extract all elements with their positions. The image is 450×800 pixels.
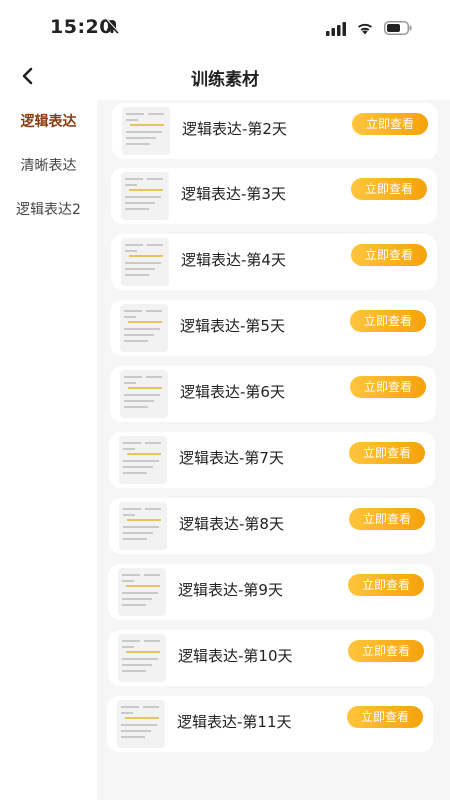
material-card[interactable]: 逻辑表达-第3天 立即查看 — [111, 168, 437, 224]
view-now-button[interactable]: 立即查看 — [347, 706, 423, 728]
material-card[interactable]: 逻辑表达-第2天 立即查看 — [112, 103, 438, 159]
material-thumbnail — [118, 568, 166, 616]
material-card[interactable]: 逻辑表达-第7天 立即查看 — [109, 432, 435, 488]
page-title: 训练素材 — [191, 70, 259, 90]
view-now-button[interactable]: 立即查看 — [352, 113, 428, 135]
signal-icon — [326, 22, 346, 36]
material-thumbnail — [122, 107, 170, 155]
material-card[interactable]: 逻辑表达-第5天 立即查看 — [110, 300, 436, 356]
material-thumbnail — [121, 238, 169, 286]
material-title: 逻辑表达-第2天 — [182, 120, 287, 138]
view-now-button[interactable]: 立即查看 — [349, 508, 425, 530]
material-thumbnail — [118, 634, 166, 682]
view-now-button[interactable]: 立即查看 — [350, 310, 426, 332]
view-now-button[interactable]: 立即查看 — [350, 376, 426, 398]
material-card[interactable]: 逻辑表达-第11天 立即查看 — [107, 696, 433, 752]
view-now-button[interactable]: 立即查看 — [349, 442, 425, 464]
material-title: 逻辑表达-第9天 — [178, 581, 283, 599]
bell-muted-icon — [105, 18, 120, 34]
view-now-button[interactable]: 立即查看 — [351, 178, 427, 200]
material-thumbnail — [119, 502, 167, 550]
material-title: 逻辑表达-第10天 — [178, 647, 293, 665]
material-title: 逻辑表达-第8天 — [179, 515, 284, 533]
material-card[interactable]: 逻辑表达-第9天 立即查看 — [108, 564, 434, 620]
material-title: 逻辑表达-第5天 — [180, 317, 285, 335]
material-title: 逻辑表达-第11天 — [177, 713, 292, 731]
sidebar-item-clarity[interactable]: 清晰表达 — [0, 144, 97, 188]
material-thumbnail — [119, 436, 167, 484]
material-card[interactable]: 逻辑表达-第6天 立即查看 — [110, 366, 436, 422]
material-title: 逻辑表达-第4天 — [181, 251, 286, 269]
material-thumbnail — [120, 304, 168, 352]
battery-icon — [384, 21, 412, 35]
material-list: 逻辑表达-第2天 立即查看 逻辑表达-第3天 立即查看 逻辑表达-第4天 立即查… — [97, 100, 450, 800]
material-card[interactable]: 逻辑表达-第10天 立即查看 — [108, 630, 434, 686]
material-card[interactable]: 逻辑表达-第8天 立即查看 — [109, 498, 435, 554]
view-now-button[interactable]: 立即查看 — [348, 640, 424, 662]
material-card[interactable]: 逻辑表达-第4天 立即查看 — [111, 234, 437, 290]
material-thumbnail — [121, 172, 169, 220]
status-bar: 15:20 — [0, 0, 450, 56]
material-title: 逻辑表达-第6天 — [180, 383, 285, 401]
category-sidebar: 逻辑表达 清晰表达 逻辑表达2 — [0, 100, 97, 800]
material-title: 逻辑表达-第7天 — [179, 449, 284, 467]
view-now-button[interactable]: 立即查看 — [351, 244, 427, 266]
material-title: 逻辑表达-第3天 — [181, 185, 286, 203]
material-thumbnail — [120, 370, 168, 418]
nav-bar: 训练素材 — [0, 56, 450, 100]
material-thumbnail — [117, 700, 165, 748]
view-now-button[interactable]: 立即查看 — [348, 574, 424, 596]
sidebar-item-logic[interactable]: 逻辑表达 — [0, 100, 97, 144]
sidebar-item-logic-2[interactable]: 逻辑表达2 — [0, 188, 97, 232]
wifi-icon — [358, 23, 372, 35]
